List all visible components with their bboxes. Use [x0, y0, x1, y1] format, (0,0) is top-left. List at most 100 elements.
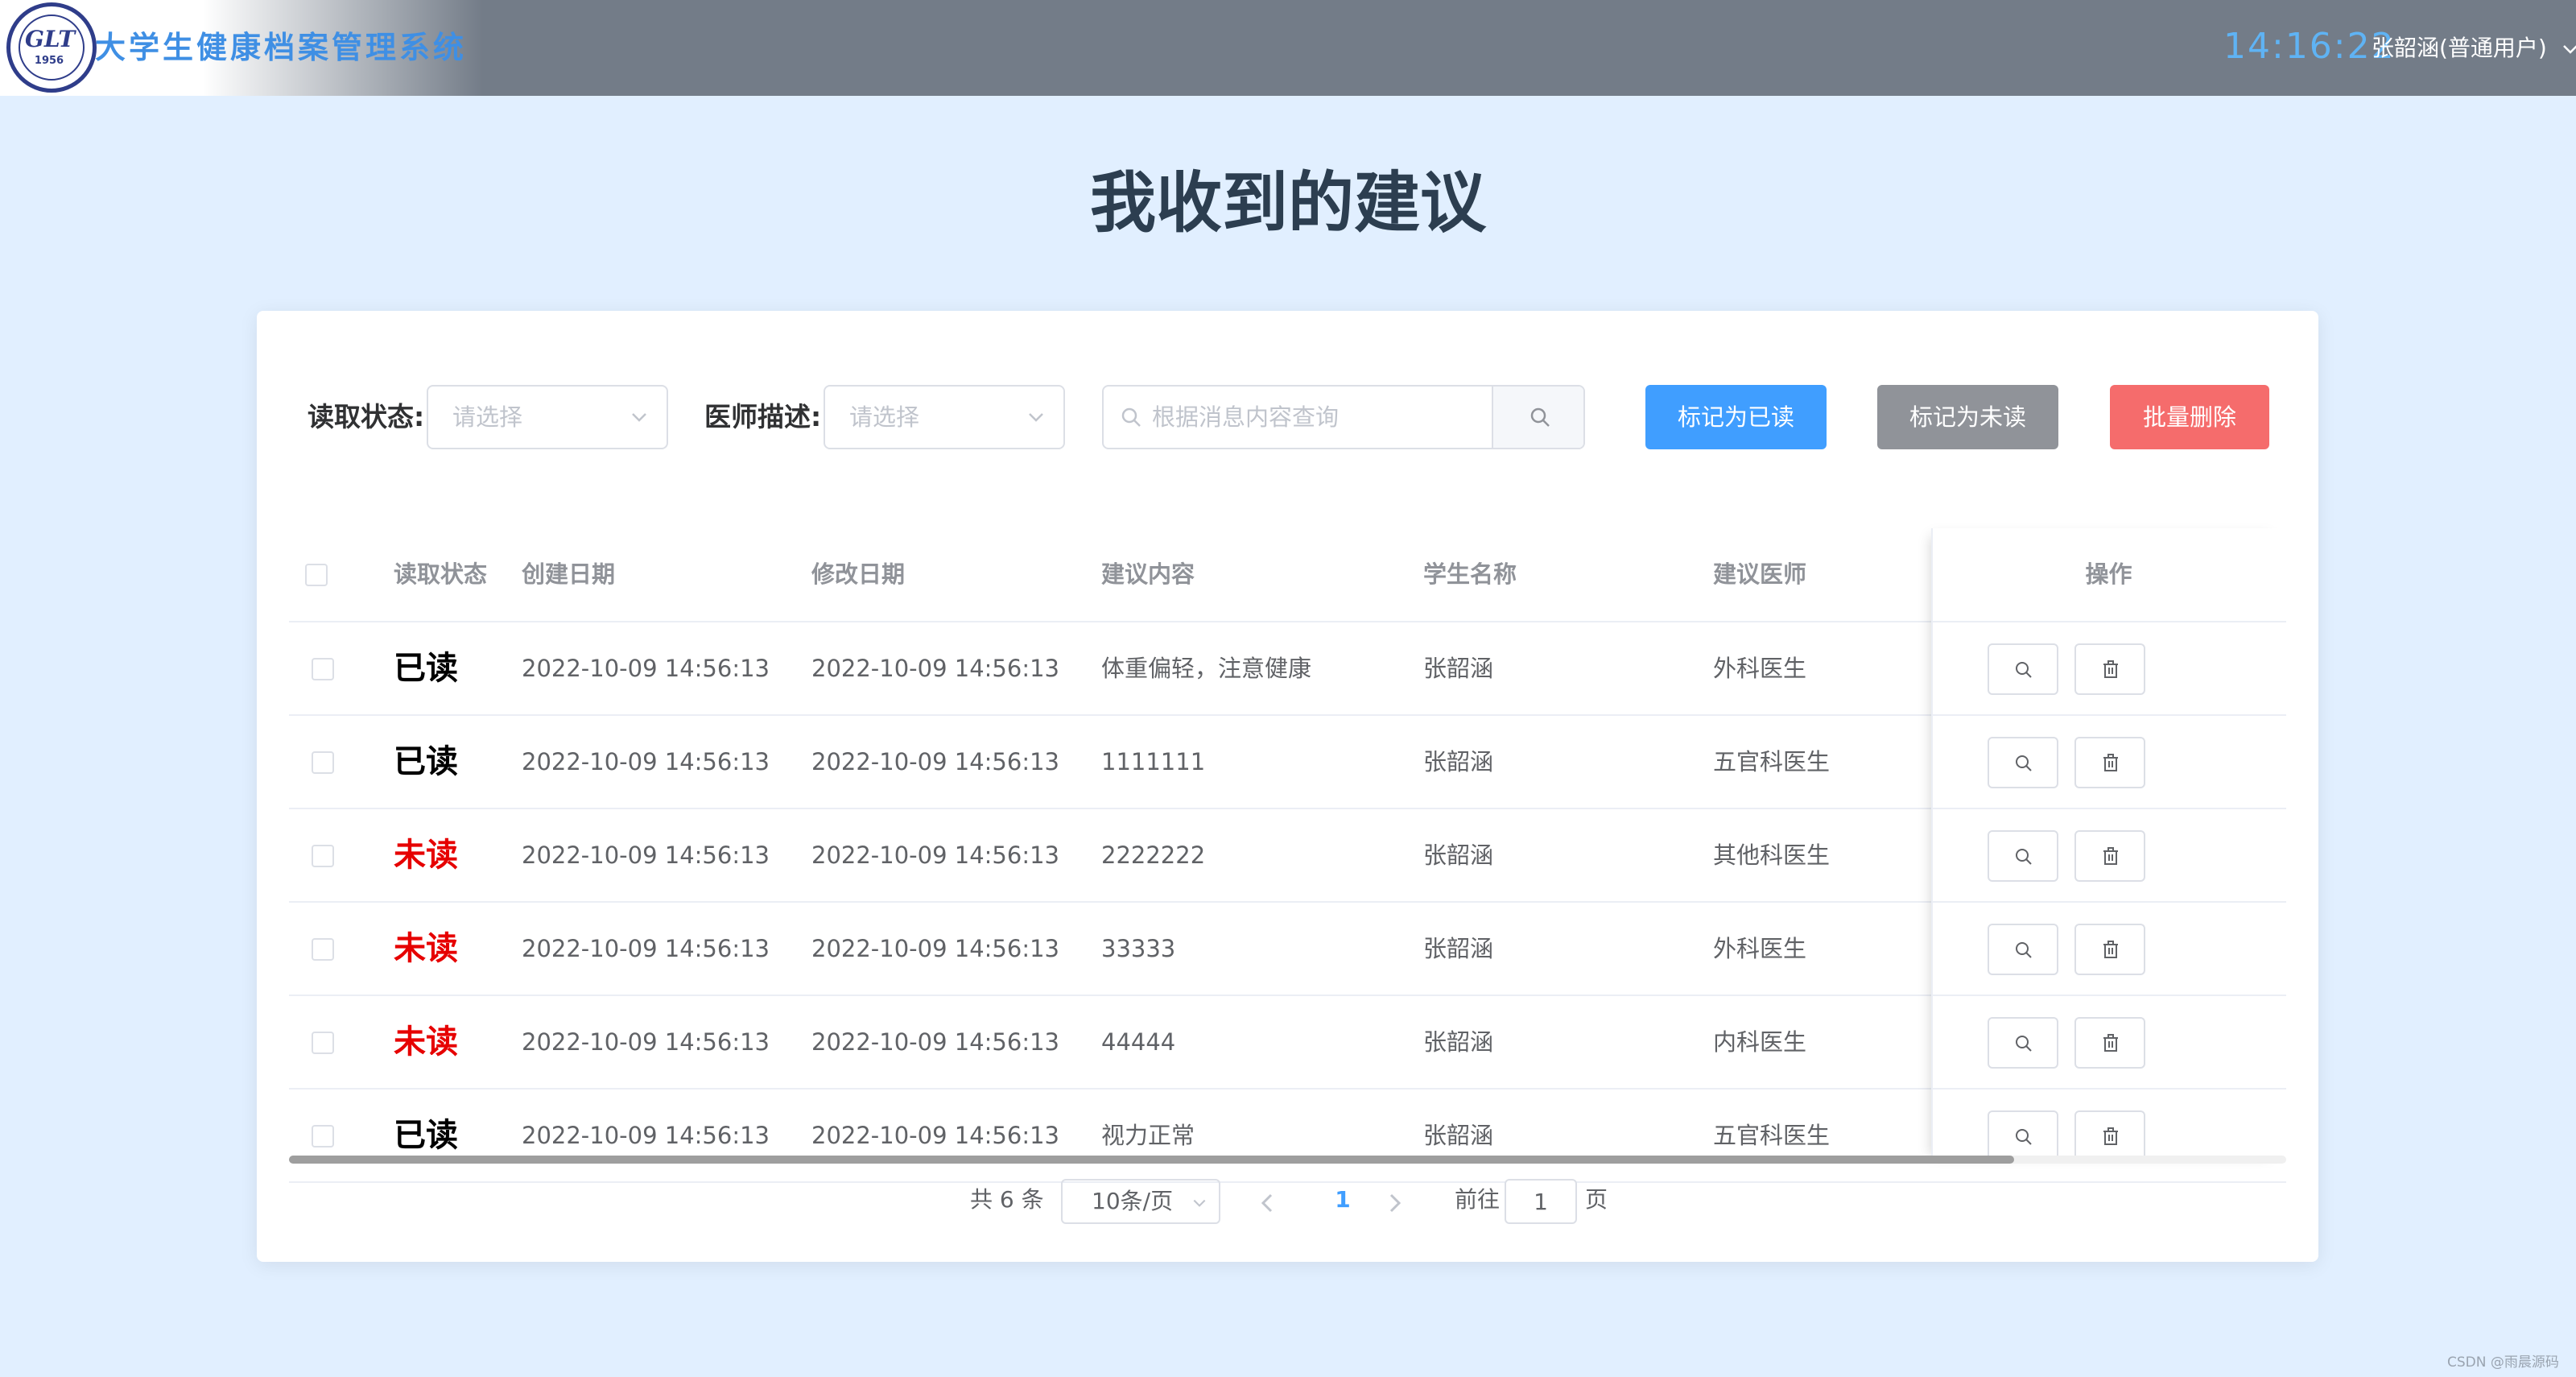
column-header-read-status: 读取状态 [394, 560, 488, 588]
user-name-label: 张韶涵(普通用户) [2372, 35, 2547, 61]
table-row: 未读 2022-10-09 14:56:13 2022-10-09 14:56:13… [289, 903, 2286, 996]
created-date-cell: 2022-10-09 14:56:13 [522, 655, 770, 682]
mark-unread-button[interactable]: 标记为未读 [1877, 385, 2058, 449]
logo-year: 1956 [34, 55, 64, 67]
delete-button[interactable] [2074, 830, 2145, 882]
read-status-placeholder: 请选择 [452, 403, 523, 431]
batch-delete-button[interactable]: 批量删除 [2110, 385, 2269, 449]
prev-page-icon[interactable] [1252, 1187, 1284, 1219]
content-search-box [1102, 385, 1585, 449]
column-header-student: 学生名称 [1423, 560, 1517, 588]
user-menu-dropdown[interactable]: 张韶涵(普通用户) [2372, 31, 2576, 66]
student-name-cell: 张韶涵 [1423, 748, 1494, 775]
view-button[interactable] [1988, 1017, 2058, 1069]
search-icon [2016, 1036, 2032, 1052]
search-icon [2016, 1129, 2032, 1145]
content-cell: 体重偏轻，注意健康 [1101, 655, 1312, 682]
modified-date-cell: 2022-10-09 14:56:13 [811, 748, 1059, 775]
doctor-desc-label: 医师描述: [704, 401, 822, 432]
watermark-text: CSDN @雨晨源码 [2447, 1354, 2559, 1371]
content-cell: 33333 [1101, 935, 1176, 962]
read-status-select[interactable]: 请选择 [427, 385, 668, 449]
select-all-checkbox[interactable] [305, 564, 328, 586]
content-cell: 1111111 [1101, 748, 1206, 775]
row-checkbox[interactable] [312, 1032, 334, 1054]
row-checkbox[interactable] [312, 845, 334, 867]
created-date-cell: 2022-10-09 14:56:13 [522, 935, 770, 962]
mark-read-button[interactable]: 标记为已读 [1645, 385, 1827, 449]
view-button[interactable] [1988, 924, 2058, 975]
view-button[interactable] [1988, 643, 2058, 695]
created-date-cell: 2022-10-09 14:56:13 [522, 1028, 770, 1056]
read-status-cell: 未读 [394, 1023, 458, 1061]
delete-button[interactable] [2074, 643, 2145, 695]
read-status-cell: 已读 [394, 743, 458, 780]
brand-area: GLT 1956 大学生健康档案管理系统 [0, 0, 483, 96]
pagination-total: 共 6 条 [970, 1186, 1044, 1213]
search-icon [1530, 407, 1550, 427]
next-page-icon[interactable] [1378, 1187, 1410, 1219]
view-button[interactable] [1988, 737, 2058, 788]
horizontal-scrollbar[interactable] [289, 1156, 2286, 1164]
trash-icon [2103, 660, 2118, 678]
goto-suffix-label: 页 [1585, 1186, 1608, 1213]
row-checkbox[interactable] [312, 751, 334, 774]
chevron-down-icon [632, 413, 646, 422]
created-date-cell: 2022-10-09 14:56:13 [522, 748, 770, 775]
delete-button[interactable] [2074, 924, 2145, 975]
table-row: 已读 2022-10-09 14:56:13 2022-10-09 14:56:13… [289, 622, 2286, 716]
column-header-modified: 修改日期 [811, 560, 906, 588]
search-icon [2016, 662, 2032, 678]
delete-button[interactable] [2074, 1110, 2145, 1162]
goto-page-input[interactable] [1505, 1179, 1577, 1224]
delete-button[interactable] [2074, 737, 2145, 788]
page-number-current[interactable]: 1 [1319, 1176, 1367, 1224]
row-checkbox[interactable] [312, 658, 334, 680]
row-checkbox[interactable] [312, 938, 334, 961]
page-title: 我收到的建议 [1089, 165, 1486, 242]
doctor-cell: 其他科医生 [1713, 842, 1831, 869]
suggestions-table: 读取状态 创建日期 修改日期 建议内容 学生名称 建议医师 操作 已读 2022-… [289, 528, 2286, 1183]
trash-icon [2103, 1127, 2118, 1145]
doctor-desc-placeholder: 请选择 [849, 403, 920, 431]
read-status-cell: 未读 [394, 930, 458, 967]
doctor-cell: 外科医生 [1713, 655, 1807, 682]
table-header: 读取状态 创建日期 修改日期 建议内容 学生名称 建议医师 操作 [289, 528, 2286, 622]
page-size-value: 10条/页 [1092, 1188, 1174, 1214]
student-name-cell: 张韶涵 [1423, 842, 1494, 869]
chevron-down-icon [1193, 1199, 1206, 1207]
scrollbar-thumb[interactable] [289, 1156, 2014, 1164]
created-date-cell: 2022-10-09 14:56:13 [522, 842, 770, 869]
doctor-cell: 五官科医生 [1713, 1122, 1831, 1149]
suggestions-card: 读取状态: 请选择 医师描述: 请选择 标记为已读 标记为未读 批量删除 [257, 311, 2318, 1262]
modified-date-cell: 2022-10-09 14:56:13 [811, 1028, 1059, 1056]
student-name-cell: 张韶涵 [1423, 1028, 1494, 1056]
page-size-select[interactable]: 10条/页 [1061, 1179, 1220, 1224]
top-header: GLT 1956 大学生健康档案管理系统 14:16:22 张韶涵(普通用户) [0, 0, 2576, 96]
table-row: 已读 2022-10-09 14:56:13 2022-10-09 14:56:13… [289, 1090, 2286, 1183]
logo-emblem: GLT [25, 26, 76, 52]
content-cell: 44444 [1101, 1028, 1176, 1056]
trash-icon [2103, 847, 2118, 865]
delete-button[interactable] [2074, 1017, 2145, 1069]
modified-date-cell: 2022-10-09 14:56:13 [811, 935, 1059, 962]
doctor-cell: 内科医生 [1713, 1028, 1807, 1056]
doctor-cell: 五官科医生 [1713, 748, 1831, 775]
read-status-cell: 已读 [394, 650, 458, 687]
goto-prefix-label: 前往 [1455, 1186, 1501, 1213]
row-checkbox[interactable] [312, 1125, 334, 1148]
search-button[interactable] [1492, 387, 1583, 448]
trash-icon [2103, 754, 2118, 771]
modified-date-cell: 2022-10-09 14:56:13 [811, 842, 1059, 869]
doctor-desc-select[interactable]: 请选择 [824, 385, 1065, 449]
university-logo: GLT 1956 [6, 2, 97, 93]
read-status-cell: 未读 [394, 837, 458, 874]
view-button[interactable] [1988, 1110, 2058, 1162]
table-row: 未读 2022-10-09 14:56:13 2022-10-09 14:56:13… [289, 809, 2286, 903]
content-search-input[interactable] [1104, 387, 1490, 448]
header-clock: 14:16:22 [2223, 26, 2396, 67]
view-button[interactable] [1988, 830, 2058, 882]
modified-date-cell: 2022-10-09 14:56:13 [811, 1122, 1059, 1149]
doctor-cell: 外科医生 [1713, 935, 1807, 962]
column-header-created: 创建日期 [522, 560, 616, 588]
